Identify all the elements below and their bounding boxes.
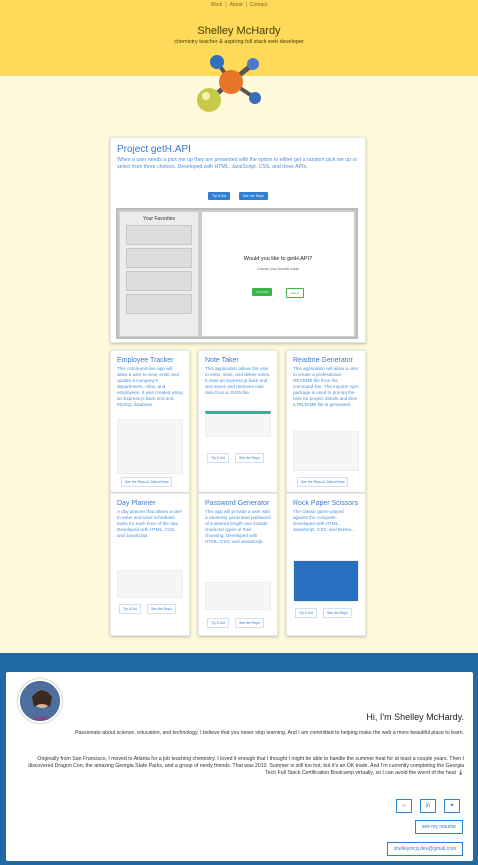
repo-demo-button[interactable]: See the Repo & Video Demo bbox=[297, 477, 349, 487]
shot-subtext: Choose your favorite today bbox=[257, 267, 299, 271]
shot-favorites-title: Your Favorites bbox=[142, 216, 176, 222]
project-card-password-generator: Password Generator This app will provide… bbox=[198, 493, 278, 636]
try-button[interactable]: Try it Out bbox=[119, 604, 141, 614]
project-title: Rock Paper Scissors bbox=[293, 500, 358, 507]
about-greeting: Hi, I'm Shelley McHardy. bbox=[366, 712, 464, 722]
featured-title: Project getH.API bbox=[117, 144, 191, 155]
shot-try-button: Try it Out bbox=[252, 288, 273, 296]
linkedin-icon[interactable]: in bbox=[420, 799, 436, 813]
project-description: The classic game played against the comp… bbox=[293, 508, 355, 532]
molecule-logo bbox=[197, 55, 261, 112]
avatar bbox=[18, 679, 62, 723]
github-icon[interactable]: ⌂ bbox=[396, 799, 412, 813]
project-thumbnail bbox=[117, 570, 183, 598]
project-title: Note Taker bbox=[205, 357, 239, 364]
project-description: This application allows the user to ente… bbox=[205, 365, 271, 395]
project-description: This app will provide a user with a rand… bbox=[205, 508, 271, 544]
shot-select-button: Select bbox=[286, 288, 305, 298]
repo-button[interactable]: See the Repo bbox=[147, 604, 176, 614]
nav: Work | About | Contact bbox=[210, 2, 268, 8]
nav-about[interactable]: About bbox=[230, 2, 243, 8]
project-title: Day Planner bbox=[117, 500, 156, 507]
project-thumbnail bbox=[117, 419, 183, 474]
about-section: Hi, I'm Shelley McHardy. Passionate abou… bbox=[0, 653, 478, 865]
project-card-readme-generator: Readme Generator This application will a… bbox=[286, 350, 366, 493]
project-description: This application will allow a user to cr… bbox=[293, 365, 359, 407]
site-tagline: chemistry teacher & aspiring full stack … bbox=[174, 39, 304, 45]
about-paragraph-1: Passionate about science, education, and… bbox=[75, 730, 464, 736]
project-description: This command-line app will allow a user … bbox=[117, 365, 183, 407]
try-button[interactable]: Try it Out bbox=[295, 608, 317, 618]
featured-screenshot: Your Favorites Would you like to getH.AP… bbox=[116, 208, 358, 339]
repo-button[interactable]: See the Repo bbox=[235, 618, 264, 628]
site-name: Shelley McHardy bbox=[197, 25, 281, 37]
nav-contact[interactable]: Contact bbox=[250, 2, 267, 8]
about-card: Hi, I'm Shelley McHardy. Passionate abou… bbox=[6, 672, 473, 861]
repo-button[interactable]: See the Repo bbox=[323, 608, 352, 618]
email-button[interactable]: shelleymcq.dev@gmail.com bbox=[386, 842, 463, 856]
featured-repo-button[interactable]: See the Repo bbox=[238, 192, 269, 201]
project-card-rock-paper-scissors: Rock Paper Scissors The classic game pla… bbox=[286, 493, 366, 636]
try-button[interactable]: Try it Out bbox=[207, 453, 229, 463]
try-button[interactable]: Try it Out bbox=[207, 618, 229, 628]
project-thumbnail bbox=[205, 582, 271, 610]
featured-description: When a user needs a pick me up they are … bbox=[117, 157, 358, 171]
twitter-icon[interactable]: ✦ bbox=[444, 799, 460, 813]
featured-try-button[interactable]: Try it Out bbox=[207, 192, 231, 201]
project-card-employee-tracker: Employee Tracker This command-line app w… bbox=[110, 350, 190, 493]
shot-question: Would you like to getH.API? bbox=[243, 256, 313, 262]
project-thumbnail bbox=[205, 411, 271, 437]
project-title: Password Generator bbox=[205, 500, 270, 507]
project-title: Readme Generator bbox=[293, 357, 353, 364]
nav-work[interactable]: Work bbox=[211, 2, 223, 8]
project-description: A day planner that allows a user to ente… bbox=[117, 508, 183, 538]
project-thumbnail bbox=[293, 431, 359, 471]
resume-button[interactable]: see my resume bbox=[414, 820, 463, 834]
repo-button[interactable]: See the Repo bbox=[235, 453, 264, 463]
about-paragraph-2: Originally from San Francisco, I moved t… bbox=[28, 756, 464, 777]
project-card-day-planner: Day Planner A day planner that allows a … bbox=[110, 493, 190, 636]
repo-demo-button[interactable]: See the Repo & Video Demo bbox=[121, 477, 173, 487]
project-title: Employee Tracker bbox=[117, 357, 174, 364]
project-thumbnail bbox=[293, 560, 359, 602]
project-card-note-taker: Note Taker This application allows the u… bbox=[198, 350, 278, 493]
